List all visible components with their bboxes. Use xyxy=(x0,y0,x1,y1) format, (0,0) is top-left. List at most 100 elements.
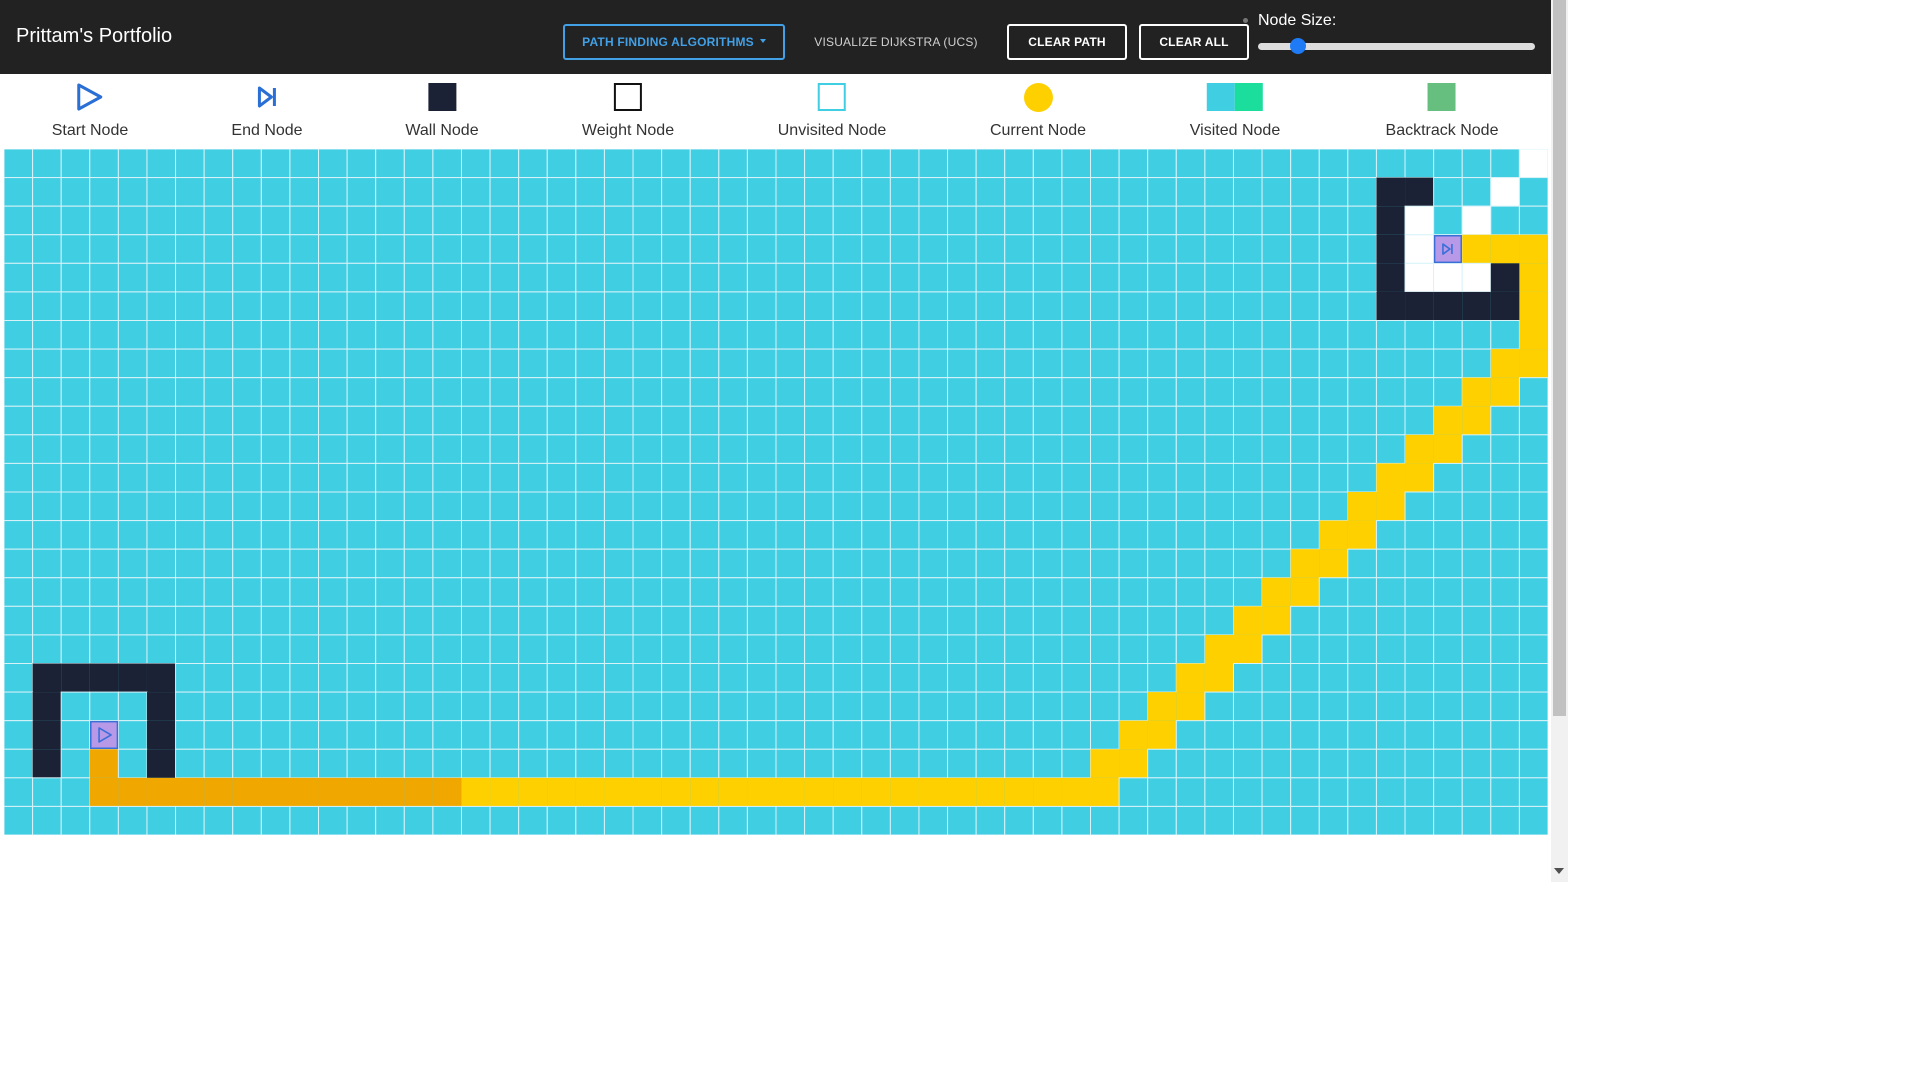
grid-cell-visited[interactable] xyxy=(1090,405,1120,436)
grid-cell-visited[interactable] xyxy=(1490,634,1520,665)
grid-cell-visited[interactable] xyxy=(1490,434,1520,464)
grid-cell-visited[interactable] xyxy=(4,262,34,293)
grid-cell-visited[interactable] xyxy=(1347,434,1377,464)
grid-cell-visited[interactable] xyxy=(1147,663,1177,693)
grid-cell-visited[interactable] xyxy=(804,605,834,636)
grid-cell-visited[interactable] xyxy=(489,548,520,579)
grid-cell-unvisited[interactable] xyxy=(1404,234,1435,264)
grid-cell-visited[interactable] xyxy=(1204,748,1234,779)
grid-cell-visited[interactable] xyxy=(318,177,348,207)
grid-cell-visited[interactable] xyxy=(117,377,148,407)
grid-cell-visited[interactable] xyxy=(1404,405,1435,436)
grid-cell-visited[interactable] xyxy=(1347,748,1377,779)
grid-cell-visited[interactable] xyxy=(4,748,34,779)
grid-cell-visited[interactable] xyxy=(889,748,920,779)
grid-cell-unvisited[interactable] xyxy=(1461,262,1492,293)
grid-cell-visited[interactable] xyxy=(260,434,291,464)
grid-cell-visited[interactable] xyxy=(232,520,262,550)
grid-cell-visited[interactable] xyxy=(918,548,949,579)
grid-cell-path_old[interactable] xyxy=(89,749,119,778)
grid-cell-visited[interactable] xyxy=(32,405,62,436)
grid-cell-visited[interactable] xyxy=(1461,320,1492,350)
grid-cell-visited[interactable] xyxy=(1261,520,1292,550)
grid-cell-visited[interactable] xyxy=(1318,405,1349,436)
grid-cell-visited[interactable] xyxy=(260,634,291,665)
grid-cell-visited[interactable] xyxy=(746,205,777,236)
grid-cell-visited[interactable] xyxy=(203,462,234,493)
grid-cell-visited[interactable] xyxy=(889,205,920,236)
grid-cell-visited[interactable] xyxy=(1461,605,1492,636)
grid-cell-visited[interactable] xyxy=(661,548,691,579)
grid-cell-unvisited[interactable] xyxy=(1404,205,1435,236)
grid-cell-visited[interactable] xyxy=(1032,405,1063,436)
grid-cell-visited[interactable] xyxy=(861,462,891,493)
grid-cell-visited[interactable] xyxy=(260,605,291,636)
grid-cell-visited[interactable] xyxy=(1032,205,1063,236)
grid-cell-visited[interactable] xyxy=(146,177,177,207)
grid-cell-visited[interactable] xyxy=(432,805,462,835)
grid-cell-visited[interactable] xyxy=(1461,548,1492,579)
grid-cell-visited[interactable] xyxy=(89,205,119,236)
grid-cell-visited[interactable] xyxy=(1404,377,1435,407)
grid-cell-visited[interactable] xyxy=(203,548,234,579)
grid-cell-visited[interactable] xyxy=(1032,377,1063,407)
grid-cell-visited[interactable] xyxy=(60,691,91,722)
grid-cell-visited[interactable] xyxy=(1118,634,1149,665)
node-size-slider-thumb[interactable] xyxy=(1290,38,1306,54)
grid-cell-visited[interactable] xyxy=(804,663,834,693)
grid-cell-visited[interactable] xyxy=(260,291,291,321)
grid-cell-visited[interactable] xyxy=(1518,748,1548,779)
grid-cell-visited[interactable] xyxy=(861,291,891,321)
grid-cell-visited[interactable] xyxy=(518,462,548,493)
grid-cell-visited[interactable] xyxy=(1347,605,1377,636)
grid-cell-visited[interactable] xyxy=(1375,377,1406,407)
grid-cell-visited[interactable] xyxy=(1261,262,1292,293)
grid-cell-visited[interactable] xyxy=(1090,177,1120,207)
grid-cell-path[interactable] xyxy=(604,777,634,807)
grid-cell-path[interactable] xyxy=(861,777,891,807)
grid-cell-visited[interactable] xyxy=(775,491,806,522)
grid-cell-wall[interactable] xyxy=(1490,263,1520,292)
grid-cell-visited[interactable] xyxy=(1433,320,1463,350)
grid-cell-visited[interactable] xyxy=(1032,548,1063,579)
grid-cell-visited[interactable] xyxy=(861,634,891,665)
grid-cell-visited[interactable] xyxy=(546,405,577,436)
grid-cell-visited[interactable] xyxy=(861,491,891,522)
grid-cell-visited[interactable] xyxy=(432,605,462,636)
grid-cell-visited[interactable] xyxy=(1433,548,1463,579)
grid-cell-visited[interactable] xyxy=(1461,777,1492,807)
grid-cell-visited[interactable] xyxy=(1318,320,1349,350)
grid-cell-visited[interactable] xyxy=(89,520,119,550)
grid-cell-visited[interactable] xyxy=(661,491,691,522)
grid-cell-wall[interactable] xyxy=(146,749,176,778)
grid-cell-wall[interactable] xyxy=(146,720,176,750)
grid-cell-visited[interactable] xyxy=(1261,177,1292,207)
grid-cell-visited[interactable] xyxy=(746,663,777,693)
grid-cell-visited[interactable] xyxy=(1118,805,1149,835)
grid-cell-visited[interactable] xyxy=(947,691,977,722)
grid-cell-visited[interactable] xyxy=(260,691,291,722)
grid-cell-visited[interactable] xyxy=(1318,377,1349,407)
grid-cell-visited[interactable] xyxy=(1433,577,1463,607)
grid-cell-visited[interactable] xyxy=(1347,720,1377,750)
grid-cell-visited[interactable] xyxy=(661,205,691,236)
grid-cell-visited[interactable] xyxy=(775,805,806,835)
grid-cell-visited[interactable] xyxy=(32,320,62,350)
grid-cell-visited[interactable] xyxy=(489,405,520,436)
grid-cell-visited[interactable] xyxy=(1204,777,1234,807)
grid-cell-visited[interactable] xyxy=(947,234,977,264)
grid-cell-visited[interactable] xyxy=(460,605,491,636)
grid-cell-visited[interactable] xyxy=(4,805,34,835)
grid-cell-visited[interactable] xyxy=(1261,663,1292,693)
grid-cell-visited[interactable] xyxy=(89,434,119,464)
grid-cell-visited[interactable] xyxy=(689,634,720,665)
grid-cell-visited[interactable] xyxy=(1318,434,1349,464)
grid-cell-visited[interactable] xyxy=(718,491,748,522)
grid-cell-visited[interactable] xyxy=(718,320,748,350)
grid-cell-visited[interactable] xyxy=(746,577,777,607)
grid-cell-visited[interactable] xyxy=(1518,405,1548,436)
grid-cell-visited[interactable] xyxy=(546,720,577,750)
grid-cell-visited[interactable] xyxy=(4,234,34,264)
grid-cell-visited[interactable] xyxy=(1347,777,1377,807)
grid-cell-visited[interactable] xyxy=(918,405,949,436)
